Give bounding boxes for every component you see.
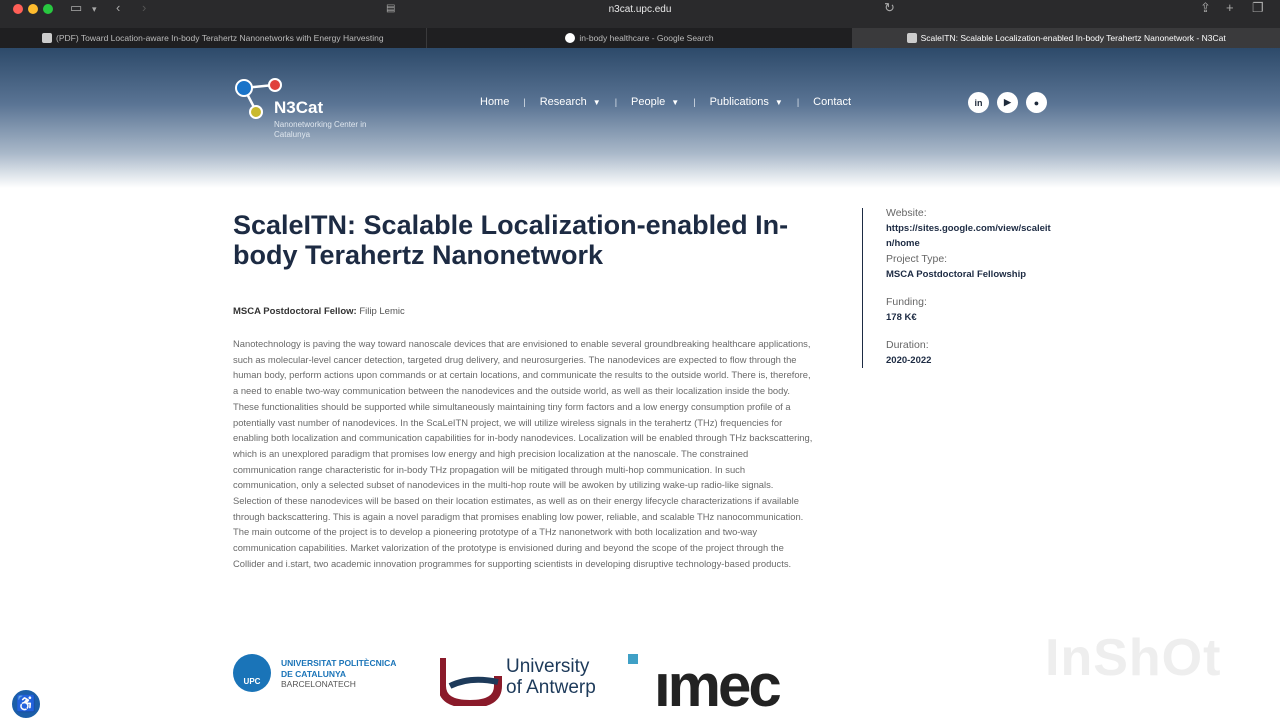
youtube-icon[interactable]: ▶ [997,92,1018,113]
tab-google[interactable]: in-body healthcare - Google Search [427,28,854,48]
nav-people[interactable]: People ▼ [631,96,679,108]
nav-label: Contact [813,96,852,108]
nav-contact[interactable]: Contact [813,96,851,108]
imec-square [628,654,638,664]
upc-line: BARCELONATECH [281,679,356,689]
brand-subtitle: Nanonetworking Center in Catalunya [274,120,367,139]
duration-label: Duration: [886,339,929,351]
project-type-label: Project Type: [886,253,948,265]
browser-toolbar: ▭ ▾ ‹ › ▤ n3cat.upc.edu ↻ ⇪ + ❐ [0,0,1280,28]
main-nav: Home | Research ▼ | People ▼ | Publication… [480,96,851,108]
antwerp-line: University [506,656,590,677]
funding-block: Funding: 178 K€ [886,296,1056,325]
tab-label: in-body healthcare - Google Search [579,33,714,43]
funding-value: 178 K€ [886,312,917,323]
google-icon [565,33,576,43]
antwerp-emblem [440,658,502,706]
upc-line: DE CATALUNYA [281,668,347,679]
nav-separator: | [796,97,800,107]
forward-icon[interactable]: › [142,0,146,16]
back-icon[interactable]: ‹ [116,0,120,16]
n3cat-icon [906,33,917,43]
project-type-block: Project Type: MSCA Postdoctoral Fellowsh… [886,253,1056,282]
nav-label: People [631,96,666,108]
nav-separator: | [614,97,618,107]
address-bar[interactable]: n3cat.upc.edu [380,2,900,18]
accessibility-icon[interactable]: ♿ [10,688,42,720]
tab-overview-icon[interactable]: ❐ [1252,0,1264,16]
project-description: Nanotechnology is paving the way toward … [233,338,813,569]
tab-bar: (PDF) Toward Location-aware In-body Tera… [0,28,1280,48]
reload-icon[interactable]: ↻ [884,0,895,16]
website-label: Website: [886,207,927,219]
nav-publications[interactable]: Publications ▼ [710,96,783,108]
caret-down-icon: ▼ [774,97,783,107]
tab-n3cat[interactable]: ScaleITN: Scalable Localization-enabled … [853,28,1280,48]
funding-label: Funding: [886,296,927,308]
nav-home[interactable]: Home [480,96,509,108]
upc-badge: UPC [233,654,271,692]
website-block: Website: https://sites.google.com/view/s… [886,207,1056,251]
fellow-name: Filip Lemic [359,306,405,317]
caret-down-icon: ▼ [671,97,680,107]
chevron-down-icon[interactable]: ▾ [92,1,97,17]
tab-label: ScaleITN: Scalable Localization-enabled … [920,33,1226,43]
upc-line: UNIVERSITAT POLITÈCNICA [281,658,397,668]
upc-name: UNIVERSITAT POLITÈCNICA DE CATALUNYA BAR… [281,658,431,690]
duration-block: Duration: 2020-2022 [886,339,1056,368]
duration-value: 2020-2022 [886,355,932,366]
project-type-value: MSCA Postdoctoral Fellowship [886,269,1027,280]
site-header [0,48,1280,188]
minimize-window-button[interactable] [28,4,38,14]
nav-research[interactable]: Research ▼ [540,96,601,108]
fellow-label: MSCA Postdoctoral Fellow: [233,306,357,317]
new-tab-icon[interactable]: + [1226,0,1234,16]
fellow-line: MSCA Postdoctoral Fellow: Filip Lemic [233,306,405,317]
nav-label: Research [539,96,587,108]
website-link[interactable]: https://sites.google.com/view/scaleitn/h… [886,221,1051,251]
researchgate-icon [42,33,53,43]
nav-label: Publications [709,96,769,108]
nav-separator: | [523,97,526,107]
linkedin-icon[interactable]: in [968,92,989,113]
zoom-window-button[interactable] [43,4,53,14]
inshot-watermark: InShOt [1045,629,1222,687]
github-icon[interactable]: ● [1026,92,1047,113]
nav-separator: | [693,97,696,107]
brand-name[interactable]: N3Cat [274,98,323,118]
tab-pdf[interactable]: (PDF) Toward Location-aware In-body Tera… [0,28,427,48]
caret-down-icon: ▼ [592,97,601,107]
imec-wordmark: ımec [654,652,782,719]
nav-label: Home [480,96,510,108]
tab-label: (PDF) Toward Location-aware In-body Tera… [56,33,384,43]
share-icon[interactable]: ⇪ [1200,0,1211,16]
antwerp-name: University of Antwerp [506,656,596,698]
sidebar-toggle-icon[interactable]: ▭ [70,0,82,16]
antwerp-line: of Antwerp [506,677,596,698]
sidebar-divider [862,208,863,368]
page-title: ScaleITN: Scalable Localization-enabled … [233,210,789,270]
close-window-button[interactable] [13,4,23,14]
